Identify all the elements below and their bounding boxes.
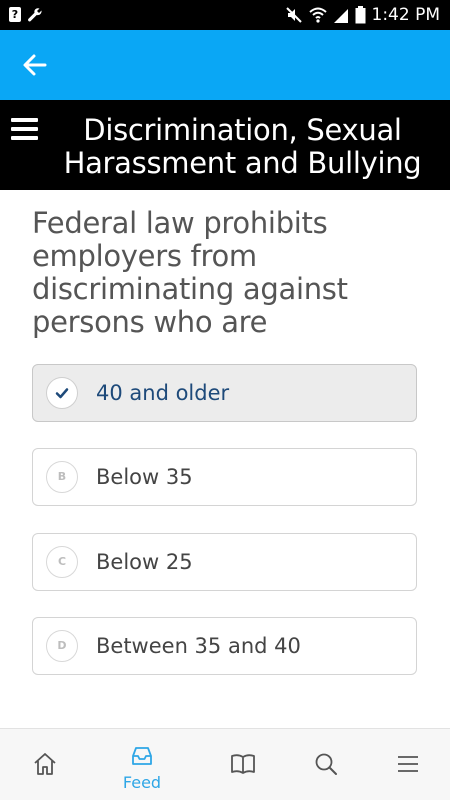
page-title: Discrimination, Sexual Harassment and Bu… <box>50 114 435 180</box>
mute-icon <box>285 7 302 23</box>
option-badge: C <box>46 546 78 578</box>
wrench-icon <box>28 8 42 22</box>
question-line: employers from <box>32 239 257 273</box>
nav-feed[interactable]: Feed <box>97 729 187 801</box>
status-right-icons: 1:42 PM <box>285 5 441 25</box>
checkmark-icon <box>55 388 69 399</box>
notification-box-icon: ? <box>9 7 21 22</box>
nav-menu[interactable] <box>363 729 450 801</box>
question-text: Federal law prohibits employers from dis… <box>32 207 427 339</box>
nav-book[interactable] <box>198 729 288 801</box>
question-line: Federal law prohibits <box>32 206 328 240</box>
answer-option-d[interactable]: D Between 35 and 40 <box>32 617 417 675</box>
search-icon <box>315 753 337 775</box>
nav-home[interactable] <box>0 729 90 801</box>
answer-option-c[interactable]: C Below 25 <box>32 533 417 591</box>
nav-label-feed: Feed <box>122 773 162 792</box>
option-label: Below 25 <box>96 550 193 574</box>
question-line: persons who are <box>32 305 268 339</box>
option-badge <box>46 377 78 409</box>
answer-option-b[interactable]: B Below 35 <box>32 448 417 506</box>
menu-lines-icon <box>398 756 418 772</box>
option-label: 40 and older <box>96 381 230 405</box>
nav-search[interactable] <box>281 729 371 801</box>
question-line: discriminating against <box>32 272 348 306</box>
page-title-line2: Harassment and Bullying <box>63 146 422 180</box>
status-time: 1:42 PM <box>371 5 441 25</box>
answer-option-a[interactable]: 40 and older <box>32 364 417 422</box>
option-badge: D <box>46 630 78 662</box>
title-bar: Discrimination, Sexual Harassment and Bu… <box>0 100 450 190</box>
option-badge: B <box>46 461 78 493</box>
page-title-line1: Discrimination, Sexual <box>83 113 402 147</box>
battery-icon <box>355 6 365 24</box>
bottom-nav: Feed <box>0 728 450 800</box>
status-bar: ? 1:42 PM <box>0 0 450 30</box>
signal-icon <box>333 9 348 23</box>
inbox-tray-icon <box>132 747 152 765</box>
hamburger-menu-icon[interactable] <box>10 115 40 143</box>
status-left-icons: ? <box>9 7 43 23</box>
wifi-icon <box>308 7 327 23</box>
arrow-left-icon[interactable] <box>20 50 50 80</box>
option-label: Below 35 <box>96 465 193 489</box>
app-bar <box>0 30 450 100</box>
home-icon <box>34 753 56 775</box>
option-label: Between 35 and 40 <box>96 634 301 658</box>
book-icon <box>231 754 255 774</box>
